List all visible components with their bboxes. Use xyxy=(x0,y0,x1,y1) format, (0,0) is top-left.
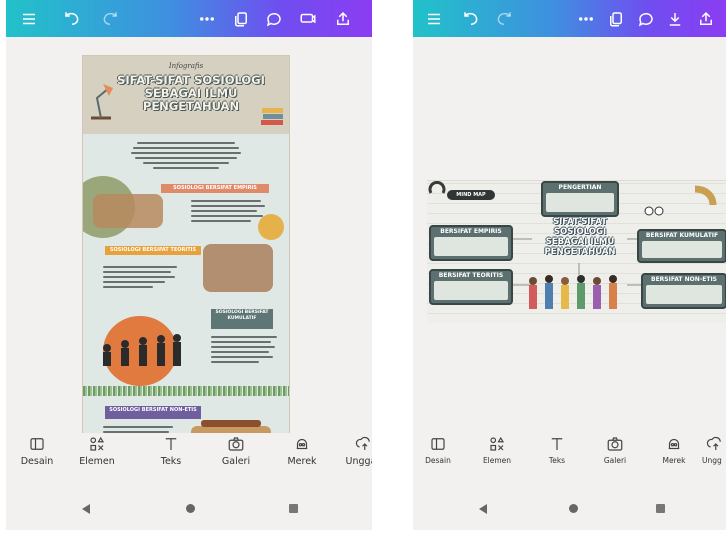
tool-galeri[interactable]: Galeri xyxy=(208,435,264,467)
nav-recents-icon[interactable] xyxy=(656,504,665,513)
shapes-icon xyxy=(87,435,107,453)
books-illustration xyxy=(261,108,283,125)
upload-icon xyxy=(354,435,372,453)
system-nav-bar xyxy=(6,490,372,530)
people-illustration xyxy=(529,275,617,309)
table-illustration xyxy=(201,420,261,427)
bottom-toolbar: Desain Elemen Teks Galeri Merek Unggah xyxy=(6,433,372,475)
infographic-page[interactable]: Infografis SIFAT-SIFAT SOSIOLOGI SEBAGAI… xyxy=(83,56,289,454)
text-icon xyxy=(161,435,181,453)
students-illustration xyxy=(203,244,273,292)
design-canvas[interactable]: MIND MAP PENGERTIAN BERSIFAT EMPIRIS BER… xyxy=(413,37,726,433)
system-nav-bar xyxy=(413,490,726,530)
redo-icon[interactable] xyxy=(493,8,515,30)
people-illustration xyxy=(93,194,163,228)
share-icon[interactable] xyxy=(695,8,717,30)
pages-icon[interactable] xyxy=(230,8,252,30)
infographic-title: SIFAT-SIFAT SOSIOLOGI SEBAGAI ILMU PENGE… xyxy=(117,73,265,113)
tool-unggah[interactable]: Unggah xyxy=(336,435,372,467)
share-icon[interactable] xyxy=(332,8,354,30)
tool-merek[interactable]: Merek xyxy=(274,435,330,467)
infographic-subtitle: Infografis xyxy=(168,62,204,70)
comment-icon[interactable] xyxy=(263,8,285,30)
layout-icon xyxy=(27,435,47,453)
box-pengertian[interactable]: PENGERTIAN xyxy=(541,181,619,217)
section-empiris-banner: SOSIOLOGI BERSIFAT EMPIRIS xyxy=(161,184,269,193)
nav-back-icon[interactable] xyxy=(479,504,487,514)
box-empiris[interactable]: BERSIFAT EMPIRIS xyxy=(429,225,513,261)
phone-screen-left: Infografis SIFAT-SIFAT SOSIOLOGI SEBAGAI… xyxy=(6,0,372,530)
decor-circle xyxy=(258,214,284,240)
mindmap-center-title: SIFAT-SIFAT SOSIOLOGI SEBAGAI ILMU PENGE… xyxy=(544,217,616,257)
undo-icon[interactable] xyxy=(61,8,83,30)
upload-icon xyxy=(706,435,726,453)
download-icon[interactable] xyxy=(664,8,686,30)
tool-unggah[interactable]: Ungg xyxy=(702,435,726,465)
shapes-icon xyxy=(487,435,507,453)
more-icon[interactable] xyxy=(575,8,597,30)
phone-screen-right: MIND MAP PENGERTIAN BERSIFAT EMPIRIS BER… xyxy=(413,0,726,530)
tool-teks[interactable]: Teks xyxy=(537,435,577,465)
nav-back-icon[interactable] xyxy=(82,504,90,514)
section-non-etis-banner: SOSIOLOGI BERSIFAT NON-ETIS xyxy=(105,406,201,419)
mindmap-page[interactable]: MIND MAP PENGERTIAN BERSIFAT EMPIRIS BER… xyxy=(427,180,726,323)
tool-teks[interactable]: Teks xyxy=(143,435,199,467)
section-teoritis-banner: SOSIOLOGI BERSIFAT TEORITIS xyxy=(105,246,201,255)
section-kumulatif-banner: SOSIOLOGI BERSIFAT KUMULATIF xyxy=(211,309,273,329)
brand-icon xyxy=(292,435,312,453)
camera-icon xyxy=(226,435,246,453)
undo-icon[interactable] xyxy=(460,8,482,30)
tool-desain[interactable]: Desain xyxy=(9,435,65,467)
brand-icon xyxy=(664,435,684,453)
present-icon[interactable] xyxy=(297,8,319,30)
tool-elemen[interactable]: Elemen xyxy=(471,435,523,465)
box-non-etis[interactable]: BERSIFAT NON-ETIS xyxy=(641,273,726,309)
tool-merek[interactable]: Merek xyxy=(651,435,697,465)
tool-elemen[interactable]: Elemen xyxy=(69,435,125,467)
more-icon[interactable] xyxy=(196,8,218,30)
bottom-toolbar: Desain Elemen Teks Galeri Merek Ungg xyxy=(413,433,726,475)
nav-recents-icon[interactable] xyxy=(289,504,298,513)
box-teoritis[interactable]: BERSIFAT TEORITIS xyxy=(429,269,513,305)
lamp-illustration xyxy=(91,84,113,120)
editor-top-bar xyxy=(6,0,372,37)
box-kumulatif[interactable]: BERSIFAT KUMULATIF xyxy=(637,229,726,263)
layout-icon xyxy=(428,435,448,453)
tool-desain[interactable]: Desain xyxy=(415,435,461,465)
evolution-illustration xyxy=(103,334,181,366)
nav-home-icon[interactable] xyxy=(186,504,195,513)
text-icon xyxy=(547,435,567,453)
infographic-body: SOSIOLOGI BERSIFAT EMPIRIS SOSIOLOGI BER… xyxy=(83,134,289,454)
camera-icon xyxy=(605,435,625,453)
nav-home-icon[interactable] xyxy=(569,504,578,513)
tool-galeri[interactable]: Galeri xyxy=(593,435,637,465)
comment-icon[interactable] xyxy=(635,8,657,30)
infographic-header: Infografis SIFAT-SIFAT SOSIOLOGI SEBAGAI… xyxy=(83,56,289,134)
redo-icon[interactable] xyxy=(99,8,121,30)
editor-top-bar xyxy=(413,0,726,37)
menu-icon[interactable] xyxy=(18,8,40,30)
grass-divider xyxy=(83,386,289,396)
pages-icon[interactable] xyxy=(605,8,627,30)
menu-icon[interactable] xyxy=(423,8,445,30)
design-canvas[interactable]: Infografis SIFAT-SIFAT SOSIOLOGI SEBAGAI… xyxy=(6,37,372,454)
mindmap-tag: MIND MAP xyxy=(447,190,495,200)
